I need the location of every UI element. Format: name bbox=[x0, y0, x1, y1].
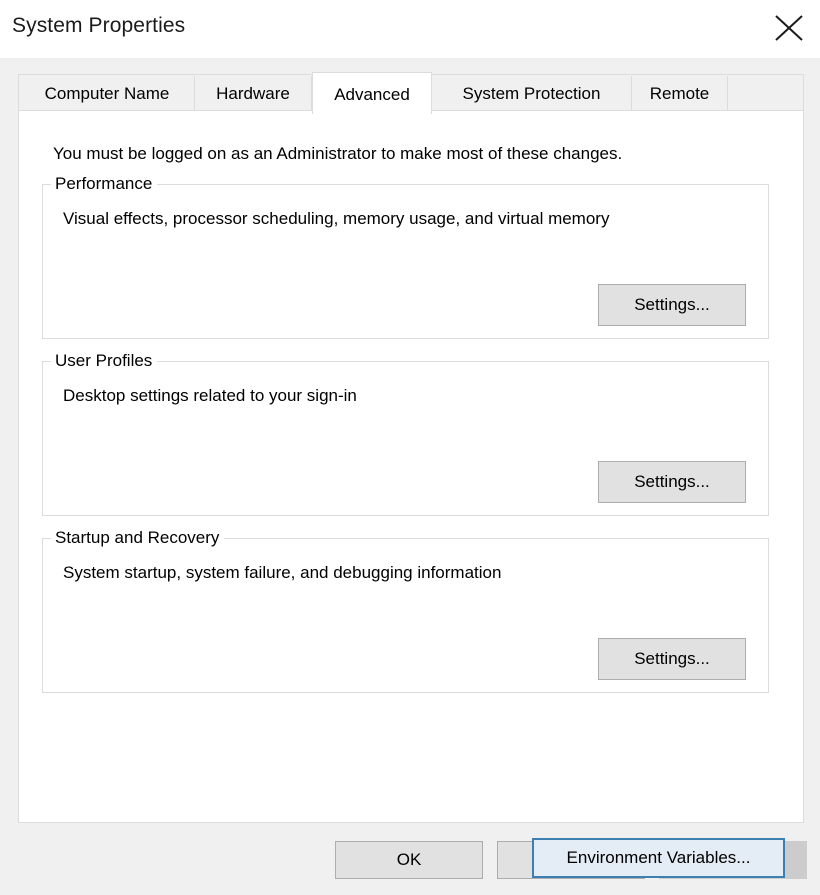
settings-button-startup-and-recovery[interactable]: Settings... bbox=[598, 638, 746, 680]
tab-hardware[interactable]: Hardware bbox=[195, 76, 312, 113]
tab-remote[interactable]: Remote bbox=[632, 76, 728, 113]
advanced-tab-panel: You must be logged on as an Administrato… bbox=[18, 110, 804, 878]
settings-button-user-profiles[interactable]: Settings... bbox=[598, 461, 746, 503]
close-button[interactable] bbox=[760, 0, 818, 55]
environment-variables-button[interactable]: Environment Variables... bbox=[532, 838, 785, 878]
group-legend-performance: Performance bbox=[51, 174, 158, 194]
admin-notice-text: You must be logged on as an Administrato… bbox=[53, 144, 623, 163]
group-user-profiles: User Profiles Desktop settings related to… bbox=[42, 351, 769, 516]
group-description-user-profiles: Desktop settings related to your sign-in bbox=[63, 386, 357, 405]
group-legend-user-profiles: User Profiles bbox=[51, 351, 158, 371]
group-performance: Performance Visual effects, processor sch… bbox=[42, 174, 769, 339]
tab-computer-name[interactable]: Computer Name bbox=[20, 76, 195, 113]
tab-advanced[interactable]: Advanced bbox=[312, 72, 432, 114]
tab-system-protection[interactable]: System Protection bbox=[432, 76, 632, 113]
group-description-startup-and-recovery: System startup, system failure, and debu… bbox=[63, 563, 502, 582]
group-legend-startup-and-recovery: Startup and Recovery bbox=[51, 528, 225, 548]
ok-button[interactable]: OK bbox=[335, 841, 483, 879]
group-startup-and-recovery: Startup and Recovery System startup, syst… bbox=[42, 528, 769, 693]
tab-strip: Computer Name Hardware Advanced System Prot… bbox=[18, 72, 804, 114]
settings-button-performance[interactable]: Settings... bbox=[598, 284, 746, 326]
window-title: System Properties bbox=[12, 14, 186, 37]
group-description-performance: Visual effects, processor scheduling, me… bbox=[63, 209, 610, 228]
title-bar: System Properties bbox=[0, 0, 820, 58]
